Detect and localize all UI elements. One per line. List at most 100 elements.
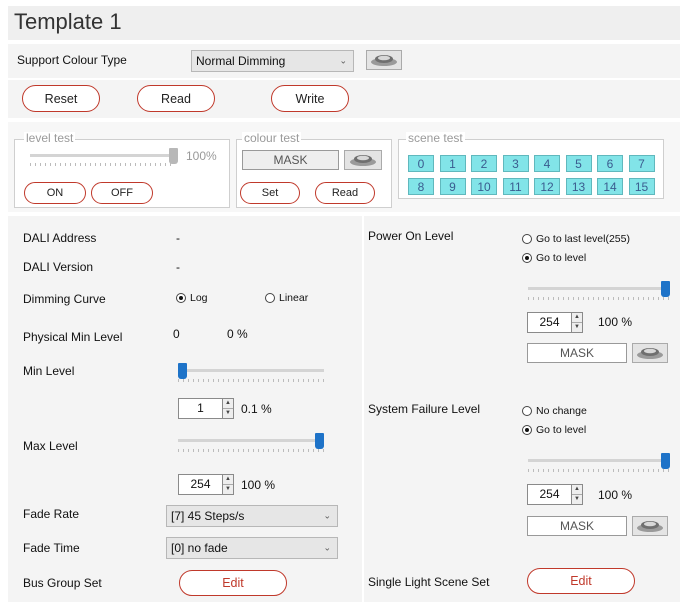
max-level-slider-track[interactable] bbox=[178, 439, 324, 442]
scene-button[interactable]: 1 bbox=[439, 155, 466, 172]
level-test-legend: level test bbox=[24, 131, 76, 145]
system-failure-spinbox[interactable]: 254 ▲ ▼ bbox=[527, 484, 583, 505]
fade-time-select[interactable]: [0] no fade ⌄ bbox=[166, 537, 338, 559]
colour-set-button[interactable]: Set bbox=[240, 182, 300, 204]
radio-indicator bbox=[522, 253, 532, 263]
chevron-down-icon: ⌄ bbox=[323, 542, 331, 553]
write-button[interactable]: Write bbox=[271, 85, 349, 112]
scene-button[interactable]: 5 bbox=[565, 155, 592, 172]
level-off-button[interactable]: OFF bbox=[91, 182, 153, 204]
spin-up-icon[interactable]: ▲ bbox=[572, 485, 582, 494]
spinner-arrows[interactable]: ▲ ▼ bbox=[222, 475, 233, 494]
system-failure-mask-field[interactable]: MASK bbox=[527, 516, 627, 536]
scene-button[interactable]: 2 bbox=[471, 155, 497, 172]
dimming-curve-label: Dimming Curve bbox=[23, 292, 106, 306]
support-colour-lamp-button[interactable] bbox=[366, 50, 402, 70]
system-failure-label: System Failure Level bbox=[368, 402, 481, 416]
radio-indicator bbox=[522, 406, 532, 416]
scene-button[interactable]: 7 bbox=[628, 155, 655, 172]
spin-down-icon[interactable]: ▼ bbox=[572, 494, 582, 504]
power-on-go-to-level-label: Go to level bbox=[536, 252, 587, 264]
min-level-label: Min Level bbox=[23, 364, 75, 378]
dimming-curve-linear-radio[interactable]: Linear bbox=[265, 292, 308, 304]
spin-down-icon[interactable]: ▼ bbox=[223, 408, 233, 418]
support-colour-select[interactable]: Normal Dimming ⌄ bbox=[191, 50, 354, 72]
fade-time-value: [0] no fade bbox=[171, 541, 228, 555]
spin-up-icon[interactable]: ▲ bbox=[223, 475, 233, 484]
lamp-icon bbox=[350, 155, 376, 166]
spinner-arrows[interactable]: ▲ ▼ bbox=[571, 485, 582, 504]
dali-version-value: - bbox=[176, 260, 180, 274]
dimming-curve-linear-label: Linear bbox=[279, 292, 309, 304]
spin-up-icon[interactable]: ▲ bbox=[572, 313, 582, 322]
lamp-icon bbox=[637, 521, 663, 532]
level-test-slider-track[interactable] bbox=[30, 154, 175, 157]
scene-button[interactable]: 15 bbox=[628, 178, 655, 195]
power-on-slider-thumb[interactable] bbox=[661, 281, 670, 297]
power-on-spinbox[interactable]: 254 ▲ ▼ bbox=[527, 312, 583, 333]
level-test-percent: 100% bbox=[186, 149, 217, 163]
min-level-slider-ticks bbox=[178, 379, 324, 382]
system-failure-go-to-level-radio[interactable]: Go to level bbox=[522, 424, 586, 436]
scene-button[interactable]: 4 bbox=[534, 155, 560, 172]
bus-group-edit-button[interactable]: Edit bbox=[179, 570, 287, 596]
fade-rate-label: Fade Rate bbox=[23, 507, 80, 521]
max-level-slider-ticks bbox=[178, 449, 324, 452]
fade-rate-value: [7] 45 Steps/s bbox=[171, 509, 245, 523]
max-level-spinbox[interactable]: 254 ▲ ▼ bbox=[178, 474, 234, 495]
scene-button[interactable]: 10 bbox=[471, 178, 497, 195]
scene-button[interactable]: 0 bbox=[408, 155, 434, 172]
colour-lamp-button[interactable] bbox=[344, 150, 382, 170]
scene-button[interactable]: 8 bbox=[408, 178, 434, 195]
level-test-slider-ticks bbox=[30, 163, 175, 166]
radio-indicator bbox=[265, 293, 275, 303]
lamp-icon bbox=[371, 55, 397, 66]
colour-test-legend: colour test bbox=[242, 131, 302, 145]
spinner-arrows[interactable]: ▲ ▼ bbox=[222, 399, 233, 418]
system-failure-percent: 100 % bbox=[598, 488, 633, 502]
colour-mask-field[interactable]: MASK bbox=[242, 150, 339, 170]
physical-min-value: 0 bbox=[173, 327, 180, 341]
fade-rate-select[interactable]: [7] 45 Steps/s ⌄ bbox=[166, 505, 338, 527]
min-level-slider-thumb[interactable] bbox=[178, 363, 187, 379]
scene-button[interactable]: 6 bbox=[597, 155, 623, 172]
system-failure-no-change-label: No change bbox=[536, 405, 587, 417]
read-button[interactable]: Read bbox=[137, 85, 215, 112]
min-level-spinbox[interactable]: 1 ▲ ▼ bbox=[178, 398, 234, 419]
reset-button[interactable]: Reset bbox=[22, 85, 100, 112]
single-scene-edit-button[interactable]: Edit bbox=[527, 568, 635, 594]
power-on-lamp-button[interactable] bbox=[632, 343, 668, 363]
max-level-slider-thumb[interactable] bbox=[315, 433, 324, 449]
colour-read-button[interactable]: Read bbox=[315, 182, 375, 204]
scene-button[interactable]: 9 bbox=[439, 178, 466, 195]
spinner-arrows[interactable]: ▲ ▼ bbox=[571, 313, 582, 332]
power-on-last-level-radio[interactable]: Go to last level(255) bbox=[522, 233, 630, 245]
spin-down-icon[interactable]: ▼ bbox=[572, 322, 582, 332]
power-on-value: 254 bbox=[539, 315, 560, 329]
scene-button[interactable]: 11 bbox=[502, 178, 529, 195]
system-failure-no-change-radio[interactable]: No change bbox=[522, 405, 587, 417]
dimming-curve-log-radio[interactable]: Log bbox=[176, 292, 208, 304]
system-failure-slider-track[interactable] bbox=[528, 459, 670, 462]
chevron-down-icon: ⌄ bbox=[339, 55, 347, 66]
min-level-slider-track[interactable] bbox=[178, 369, 324, 372]
power-on-mask-field[interactable]: MASK bbox=[527, 343, 627, 363]
single-scene-label: Single Light Scene Set bbox=[368, 575, 490, 589]
spin-up-icon[interactable]: ▲ bbox=[223, 399, 233, 408]
level-test-slider-thumb[interactable] bbox=[169, 148, 178, 164]
system-failure-slider-ticks bbox=[528, 469, 670, 472]
power-on-slider-track[interactable] bbox=[528, 287, 670, 290]
max-level-value: 254 bbox=[190, 477, 211, 491]
scene-button[interactable]: 3 bbox=[502, 155, 529, 172]
bus-group-label: Bus Group Set bbox=[23, 576, 102, 590]
radio-indicator bbox=[176, 293, 186, 303]
support-colour-label: Support Colour Type bbox=[17, 53, 127, 67]
level-on-button[interactable]: ON bbox=[24, 182, 86, 204]
system-failure-lamp-button[interactable] bbox=[632, 516, 668, 536]
power-on-go-to-level-radio[interactable]: Go to level bbox=[522, 252, 586, 264]
scene-button[interactable]: 13 bbox=[565, 178, 592, 195]
system-failure-slider-thumb[interactable] bbox=[661, 453, 670, 469]
scene-button[interactable]: 14 bbox=[597, 178, 623, 195]
scene-button[interactable]: 12 bbox=[534, 178, 560, 195]
spin-down-icon[interactable]: ▼ bbox=[223, 484, 233, 494]
